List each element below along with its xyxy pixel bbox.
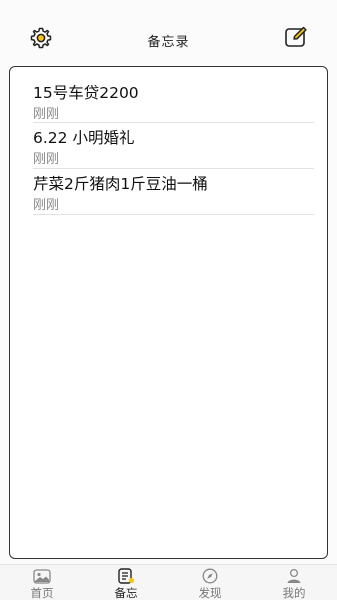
tab-memo[interactable]: 备忘 [96, 568, 156, 600]
new-note-button[interactable] [282, 25, 310, 53]
note-item[interactable]: 芹菜2斤猪肉1斤豆油一桶 刚刚 [33, 172, 314, 215]
note-title: 芹菜2斤猪肉1斤豆油一桶 [33, 175, 208, 193]
memo-icon [117, 568, 135, 584]
note-item[interactable]: 15号车贷2200 刚刚 [33, 81, 314, 123]
note-title: 15号车贷2200 [33, 84, 139, 102]
person-icon [285, 568, 303, 584]
note-item[interactable]: 6.22 小明婚礼 刚刚 [33, 126, 314, 169]
notes-list: 15号车贷2200 刚刚 6.22 小明婚礼 刚刚 芹菜2斤猪肉1斤豆油一桶 刚… [9, 66, 328, 559]
tab-label: 发现 [198, 586, 222, 600]
note-time: 刚刚 [33, 152, 60, 167]
tab-mine[interactable]: 我的 [264, 568, 324, 600]
tab-label: 我的 [282, 586, 306, 600]
compass-icon [201, 568, 219, 584]
image-icon [33, 568, 51, 584]
top-bar: 备忘录 [0, 0, 337, 66]
tab-home[interactable]: 首页 [12, 568, 72, 600]
tab-label: 首页 [30, 586, 54, 600]
note-time: 刚刚 [33, 107, 60, 122]
edit-note-icon [283, 24, 309, 54]
bottom-tab-bar: 首页 备忘 发现 我的 [0, 564, 337, 600]
tab-label: 备忘 [114, 586, 138, 600]
note-title: 6.22 小明婚礼 [33, 129, 135, 147]
note-time: 刚刚 [33, 198, 60, 213]
tab-discover[interactable]: 发现 [180, 568, 240, 600]
